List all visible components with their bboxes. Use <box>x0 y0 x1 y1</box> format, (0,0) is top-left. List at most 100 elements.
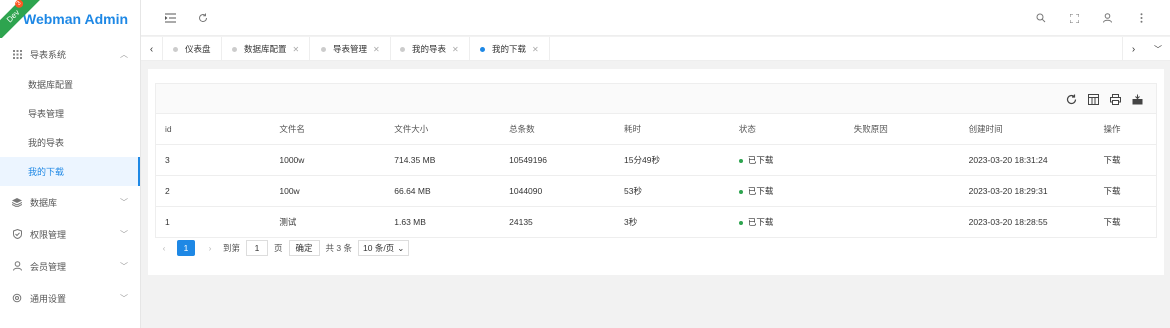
column-header[interactable]: 总条数 <box>500 113 616 145</box>
tab-dot <box>400 46 405 52</box>
sidebar-item-my-downloads[interactable]: 我的下载 <box>0 157 140 186</box>
chevron-down-icon: ﹀ <box>120 229 128 239</box>
sidebar-group-settings[interactable]: 通用设置 ﹀ <box>0 282 140 314</box>
cell-action: 下载 <box>1094 206 1157 238</box>
column-header[interactable]: 状态 <box>729 113 845 145</box>
more-vertical-icon[interactable] <box>1134 11 1148 25</box>
print-icon[interactable] <box>1109 93 1121 105</box>
page-label: 页 <box>274 243 283 253</box>
tab-dot <box>321 46 326 52</box>
cell-filesize: 714.35 MB <box>385 144 501 176</box>
tab-my-exports[interactable]: 我的导表 ✕ <box>390 37 470 61</box>
app-logo[interactable]: Dev3 Webman Admin <box>0 0 140 38</box>
user-icon[interactable] <box>1100 11 1114 25</box>
column-header[interactable]: 耗时 <box>615 113 730 145</box>
columns-icon[interactable] <box>1087 93 1099 105</box>
cell-total: 24135 <box>500 206 616 238</box>
cell-fail-reason <box>844 206 960 238</box>
close-icon[interactable]: ✕ <box>293 45 300 54</box>
page-number-current[interactable]: 1 <box>177 240 195 256</box>
cell-filesize: 66.64 MB <box>385 175 501 207</box>
cell-fail-reason <box>844 144 960 176</box>
tab-db-config[interactable]: 数据库配置 ✕ <box>222 37 311 61</box>
prev-page-icon[interactable]: ‹ <box>155 240 173 256</box>
fullscreen-icon[interactable] <box>1067 11 1081 25</box>
download-link[interactable]: 下载 <box>1104 155 1121 165</box>
chevron-down-icon: ﹀ <box>120 293 128 303</box>
page-size-select[interactable]: 10 条/页 ⌄ <box>358 240 410 256</box>
pagination: ‹ 1 › 到第 1 页 确定 共 3 条 10 条/页 ⌄ <box>155 237 410 259</box>
tab-scroll-left-icon[interactable]: ‹ <box>141 37 163 61</box>
column-header[interactable]: 文件名 <box>270 113 386 145</box>
close-icon[interactable]: ✕ <box>452 45 459 54</box>
tab-dot <box>232 46 237 52</box>
close-icon[interactable]: ✕ <box>532 45 539 54</box>
tab-dashboard[interactable]: 仪表盘 <box>163 37 222 61</box>
table-row: 3 1000w 714.35 MB 10549196 15分49秒 已下载 20… <box>155 144 1157 176</box>
status-text: 已下载 <box>747 155 774 165</box>
column-header[interactable]: 文件大小 <box>385 113 501 145</box>
refresh-icon[interactable] <box>1065 93 1077 105</box>
cell-duration: 3秒 <box>615 206 730 238</box>
cell-filesize: 1.63 MB <box>385 206 501 238</box>
column-header[interactable]: id <box>155 113 271 145</box>
sidebar-group-label: 数据库 <box>30 197 58 208</box>
cell-status: 已下载 <box>729 144 845 176</box>
sidebar: Dev3 Webman Admin 导表系统 ︿ 数据库配置 导表管理 我的导表… <box>0 0 141 328</box>
app-title: Webman Admin <box>23 11 129 27</box>
tab-scroll-right-icon[interactable]: › <box>1122 37 1144 61</box>
downloads-table: id 文件名 文件大小 总条数 耗时 状态 失败原因 创建时间 操作 3 100… <box>155 113 1157 238</box>
cell-duration: 53秒 <box>615 175 730 207</box>
search-icon[interactable] <box>1034 11 1048 25</box>
tab-dropdown-icon[interactable]: ﹀ <box>1147 37 1169 61</box>
cell-action: 下载 <box>1094 144 1157 176</box>
chevron-down-icon: ﹀ <box>120 261 128 271</box>
goto-page-input[interactable]: 1 <box>246 240 269 256</box>
table-header-row: id 文件名 文件大小 总条数 耗时 状态 失败原因 创建时间 操作 <box>155 113 1157 145</box>
tab-export-manage[interactable]: 导表管理 ✕ <box>311 37 391 61</box>
download-link[interactable]: 下载 <box>1104 217 1121 227</box>
sidebar-group-members[interactable]: 会员管理 ﹀ <box>0 250 140 282</box>
refresh-icon[interactable] <box>196 11 210 25</box>
next-page-icon[interactable]: › <box>201 240 219 256</box>
status-dot <box>738 189 743 194</box>
cell-created: 2023-03-20 18:29:31 <box>959 175 1095 207</box>
sidebar-group-label: 导表系统 <box>30 49 67 60</box>
column-header[interactable]: 失败原因 <box>844 113 960 145</box>
tab-label: 数据库配置 <box>244 44 287 54</box>
tab-label: 我的下载 <box>492 44 527 54</box>
tab-dot <box>480 46 485 52</box>
user-icon <box>12 261 22 271</box>
download-link[interactable]: 下载 <box>1104 186 1121 196</box>
sidebar-group-database[interactable]: 数据库 ﹀ <box>0 186 140 218</box>
cell-filename: 1000w <box>270 144 386 176</box>
shield-icon <box>12 229 22 239</box>
sidebar-group-permissions[interactable]: 权限管理 ﹀ <box>0 218 140 250</box>
grid-icon <box>12 49 22 59</box>
sidebar-group-label: 会员管理 <box>30 261 67 272</box>
gear-icon <box>12 293 22 303</box>
cell-total: 1044090 <box>500 175 616 207</box>
chevron-up-icon: ︿ <box>120 49 128 59</box>
sidebar-group-export-system[interactable]: 导表系统 ︿ <box>0 38 140 70</box>
sidebar-item-my-exports[interactable]: 我的导表 <box>0 128 140 157</box>
column-header[interactable]: 创建时间 <box>959 113 1095 145</box>
goto-confirm-button[interactable]: 确定 <box>288 240 320 256</box>
close-icon[interactable]: ✕ <box>373 45 380 54</box>
export-icon[interactable] <box>1131 93 1143 105</box>
sidebar-item-db-config[interactable]: 数据库配置 <box>0 70 140 99</box>
status-text: 已下载 <box>747 186 774 196</box>
status-dot <box>738 220 743 225</box>
goto-label: 到第 <box>223 243 241 253</box>
cell-status: 已下载 <box>729 175 845 207</box>
cell-filename: 100w <box>270 175 386 207</box>
status-text: 已下载 <box>747 217 774 227</box>
sidebar-group-label: 权限管理 <box>30 229 67 240</box>
cell-id: 3 <box>155 144 271 176</box>
sidebar-item-export-manage[interactable]: 导表管理 <box>0 99 140 128</box>
tab-my-downloads[interactable]: 我的下载 ✕ <box>470 37 550 61</box>
database-icon <box>12 197 22 207</box>
tab-dot <box>173 46 178 52</box>
column-header[interactable]: 操作 <box>1094 113 1157 145</box>
menu-fold-icon[interactable] <box>163 11 177 25</box>
